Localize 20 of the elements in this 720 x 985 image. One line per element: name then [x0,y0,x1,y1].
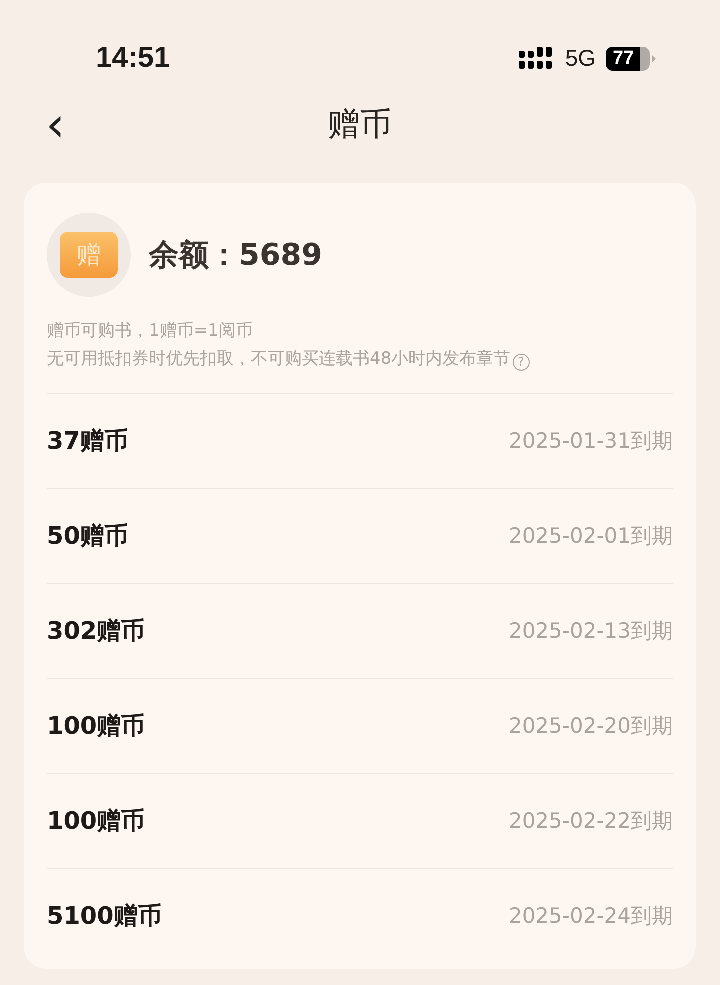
note-text: 无可用抵扣券时优先扣取，不可购买连载书48小时内发布章节 ? [47,345,673,373]
coin-amount: 100赠币 [47,711,146,742]
expiry-date: 2025-02-13到期 [508,618,673,645]
coin-amount: 100赠币 [47,806,146,837]
coin-amount: 50赠币 [47,521,128,552]
balance-text: 余额：5689 [149,236,322,274]
expiry-date: 2025-02-01到期 [508,523,673,550]
status-time: 14:51 [96,41,170,75]
coin-amount: 5100赠币 [47,901,162,932]
note-text: 赠币可购书，1赠币=1阅币 [47,320,254,343]
page-title: 赠币 [328,104,392,145]
expiry-date: 2025-01-31到期 [508,428,673,455]
network-label: 5G [565,45,596,72]
coin-amount: 302赠币 [47,616,146,647]
coin-amount: 37赠币 [47,426,128,457]
back-button[interactable]: ‹ [40,95,72,155]
gift-ticket-icon: 赠 [47,213,131,297]
expiry-date: 2025-02-24到期 [508,903,673,930]
expiry-date: 2025-02-20到期 [508,713,673,740]
expiry-date: 2025-02-22到期 [508,808,673,835]
